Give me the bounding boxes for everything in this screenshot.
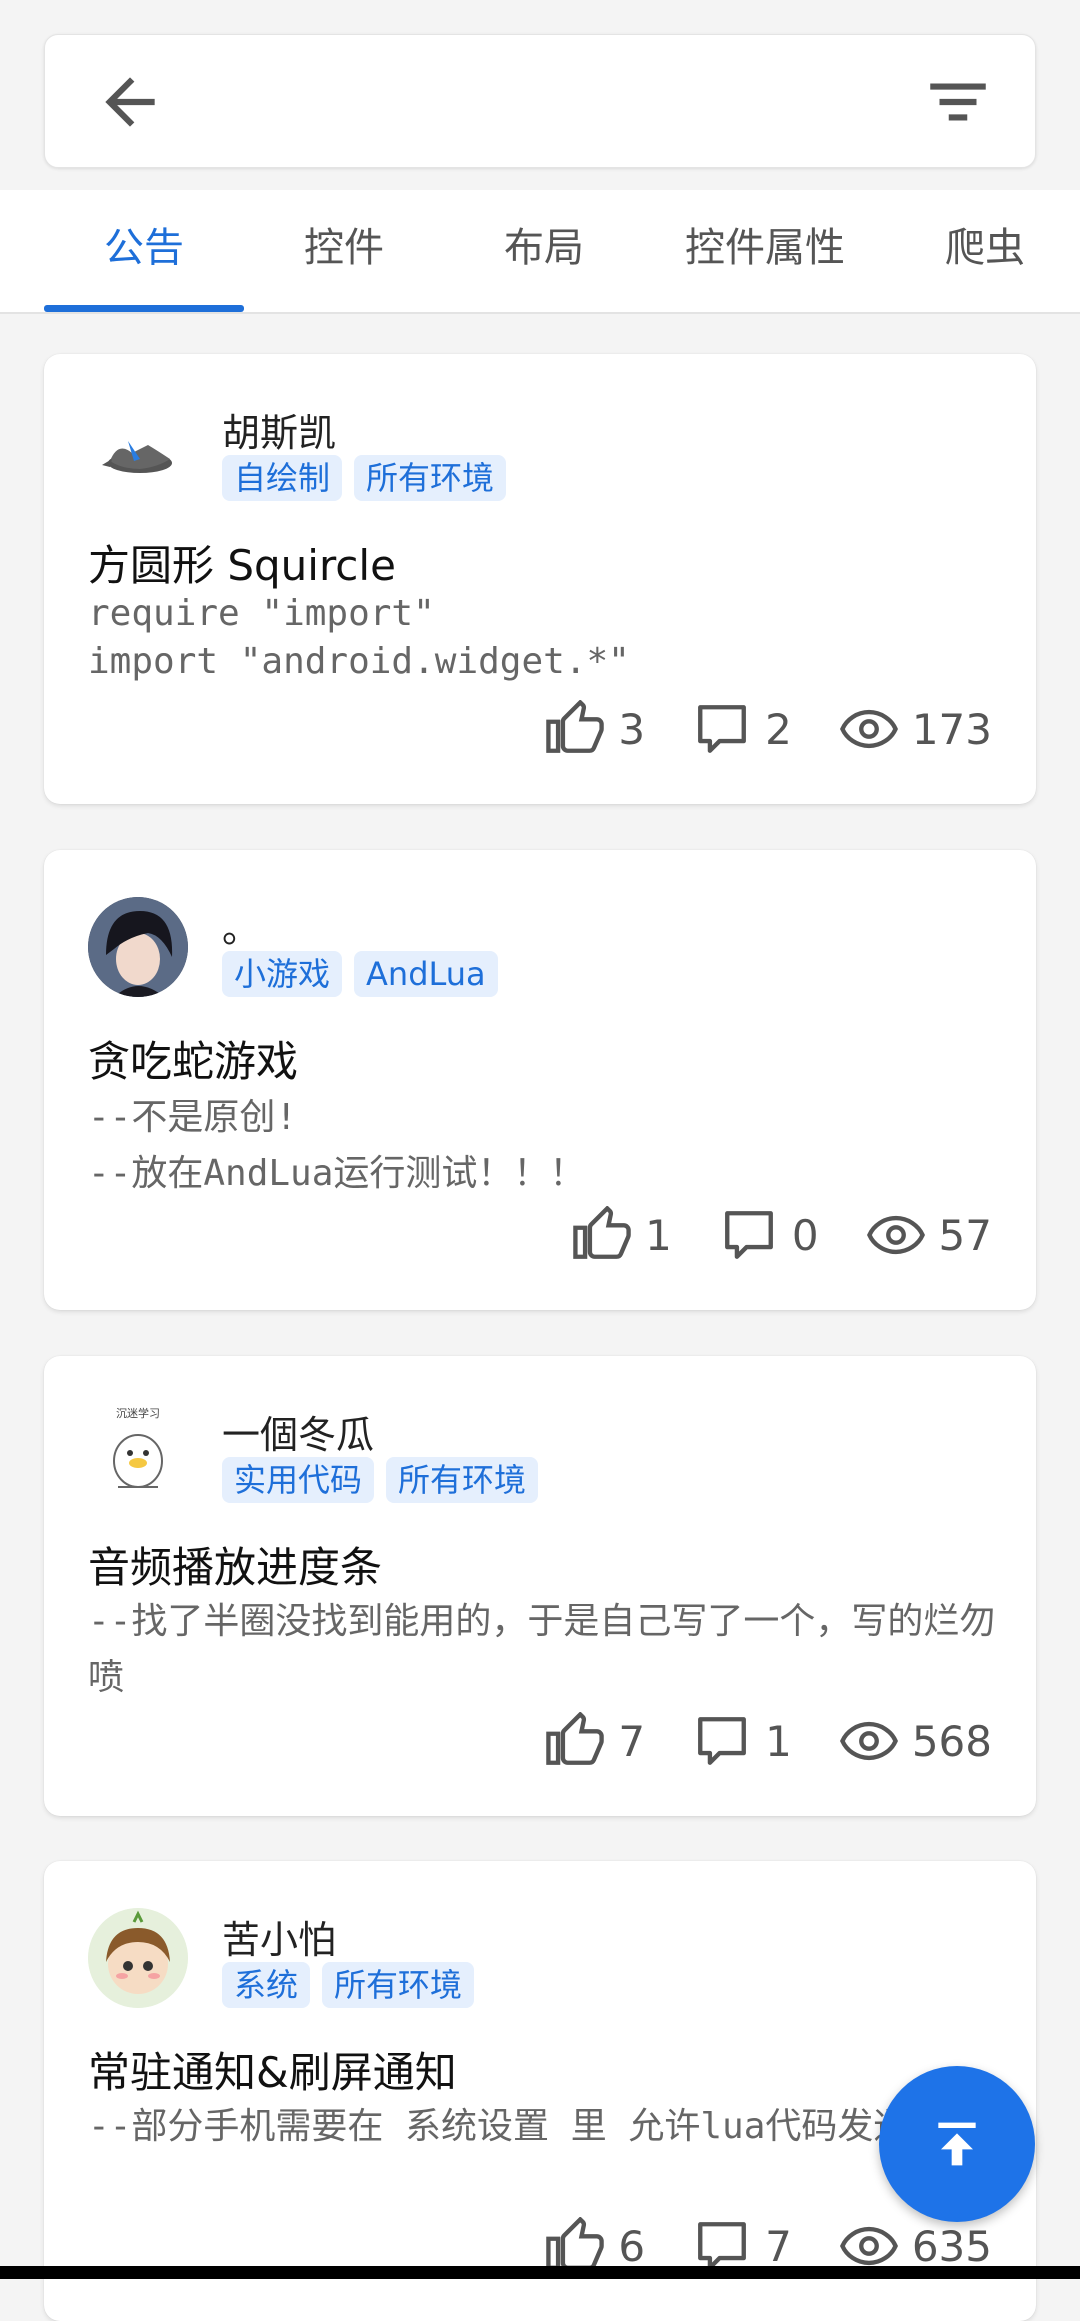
system-navigation-bar [0, 2266, 1080, 2279]
author-name[interactable]: 苦小怕 [222, 1909, 336, 1964]
avatar[interactable] [88, 401, 188, 501]
like-count: 6 [618, 2221, 646, 2271]
post-card[interactable]: 苦小怕 系统 所有环境 常驻通知&刷屏通知 --部分手机需要在 系统设置 里 允… [44, 1861, 1036, 2321]
eye-icon [866, 1215, 925, 1255]
comment-icon [698, 705, 747, 753]
like-count: 7 [618, 1716, 646, 1766]
tag-list: 系统 所有环境 [222, 1962, 475, 2008]
post-stats: 1 0 57 [525, 1206, 992, 1264]
tag[interactable]: 所有环境 [386, 1457, 539, 1503]
tab-widgets[interactable]: 控件 [244, 190, 444, 312]
comment-stat[interactable]: 1 [693, 1712, 792, 1770]
filter-button[interactable] [921, 65, 995, 139]
view-count: 635 [911, 2221, 992, 2271]
scroll-to-top-icon [938, 2122, 976, 2166]
post-title: 方圆形 Squircle [88, 541, 396, 590]
tag-list: 实用代码 所有环境 [222, 1457, 539, 1503]
like-stat[interactable]: 1 [573, 1206, 672, 1264]
arrow-left-icon [105, 77, 155, 127]
tag[interactable]: AndLua [354, 951, 498, 997]
tag[interactable]: 小游戏 [222, 951, 343, 997]
post-excerpt: --找了半圈没找到能用的，于是自己写了一个，写的烂勿喷 [88, 1601, 996, 1698]
post-stats: 7 1 568 [498, 1712, 992, 1770]
view-count: 568 [911, 1716, 992, 1766]
tag[interactable]: 所有环境 [354, 455, 507, 501]
view-stat: 568 [839, 1712, 992, 1770]
svg-text:沉迷学习: 沉迷学习 [116, 1406, 160, 1420]
post-excerpt: --不是原创! --放在AndLua运行测试！！！ [88, 1097, 586, 1194]
comment-stat[interactable]: 2 [693, 700, 792, 758]
post-title: 贪吃蛇游戏 [88, 1037, 299, 1086]
post-excerpt: --部分手机需要在 系统设置 里 允许lua代码发通知 [88, 2106, 946, 2147]
thumb-up-icon [573, 1206, 631, 1259]
post-card[interactable]: 沉迷学习 一個冬瓜 实用代码 所有环境 音频播放进度条 --找了半圈没找到能用的… [44, 1356, 1036, 1816]
author-name[interactable]: 一個冬瓜 [222, 1404, 374, 1459]
view-stat: 57 [866, 1206, 992, 1264]
comment-icon [698, 1717, 747, 1765]
comment-count: 2 [765, 704, 792, 754]
author-name[interactable]: 。 [222, 898, 260, 953]
top-toolbar [44, 34, 1036, 168]
view-count: 57 [938, 1210, 992, 1260]
like-stat[interactable]: 7 [546, 1712, 645, 1770]
post-excerpt: require "import" import "android.widget.… [88, 593, 630, 682]
scroll-to-top-button[interactable] [879, 2066, 1035, 2222]
post-title: 音频播放进度条 [88, 1543, 383, 1592]
like-stat[interactable]: 3 [546, 700, 645, 758]
post-card[interactable]: 。 小游戏 AndLua 贪吃蛇游戏 --不是原创! --放在AndLua运行测… [44, 850, 1036, 1310]
tag[interactable]: 所有环境 [322, 1962, 475, 2008]
back-button[interactable] [93, 65, 167, 139]
thumb-up-icon [546, 700, 605, 753]
tag-list: 小游戏 AndLua [222, 951, 498, 997]
tab-crawler[interactable]: 爬虫 [920, 190, 1050, 312]
view-stat: 173 [839, 700, 992, 758]
avatar[interactable]: 沉迷学习 [88, 1403, 188, 1503]
like-count: 3 [618, 704, 646, 754]
tag[interactable]: 实用代码 [222, 1457, 375, 1503]
avatar[interactable] [88, 1908, 188, 2008]
eye-icon [839, 709, 898, 749]
comment-icon [724, 1211, 773, 1259]
comment-count: 1 [765, 1716, 792, 1766]
tab-announcement[interactable]: 公告 [44, 190, 244, 312]
tab-layout[interactable]: 布局 [444, 190, 644, 312]
like-count: 1 [645, 1210, 672, 1260]
avatar[interactable] [88, 897, 188, 997]
comment-count: 7 [765, 2221, 792, 2271]
tag[interactable]: 自绘制 [222, 455, 343, 501]
post-stats: 3 2 173 [498, 700, 992, 758]
post-card[interactable]: 胡斯凯 自绘制 所有环境 方圆形 Squircle require "impor… [44, 354, 1036, 804]
thumb-up-icon [546, 1712, 605, 1765]
comment-count: 0 [791, 1210, 819, 1260]
tag[interactable]: 系统 [222, 1962, 311, 2008]
active-tab-indicator [44, 305, 244, 312]
post-title: 常驻通知&刷屏通知 [88, 2048, 457, 2097]
author-name[interactable]: 胡斯凯 [222, 402, 336, 457]
filter-icon [930, 83, 986, 121]
comment-stat[interactable]: 0 [720, 1206, 819, 1264]
view-count: 173 [911, 704, 992, 754]
tab-widget-properties[interactable]: 控件属性 [660, 190, 870, 312]
eye-icon [839, 1721, 898, 1761]
tag-list: 自绘制 所有环境 [222, 455, 507, 501]
category-tabs: 公告 控件 布局 控件属性 爬虫 [0, 190, 1080, 314]
